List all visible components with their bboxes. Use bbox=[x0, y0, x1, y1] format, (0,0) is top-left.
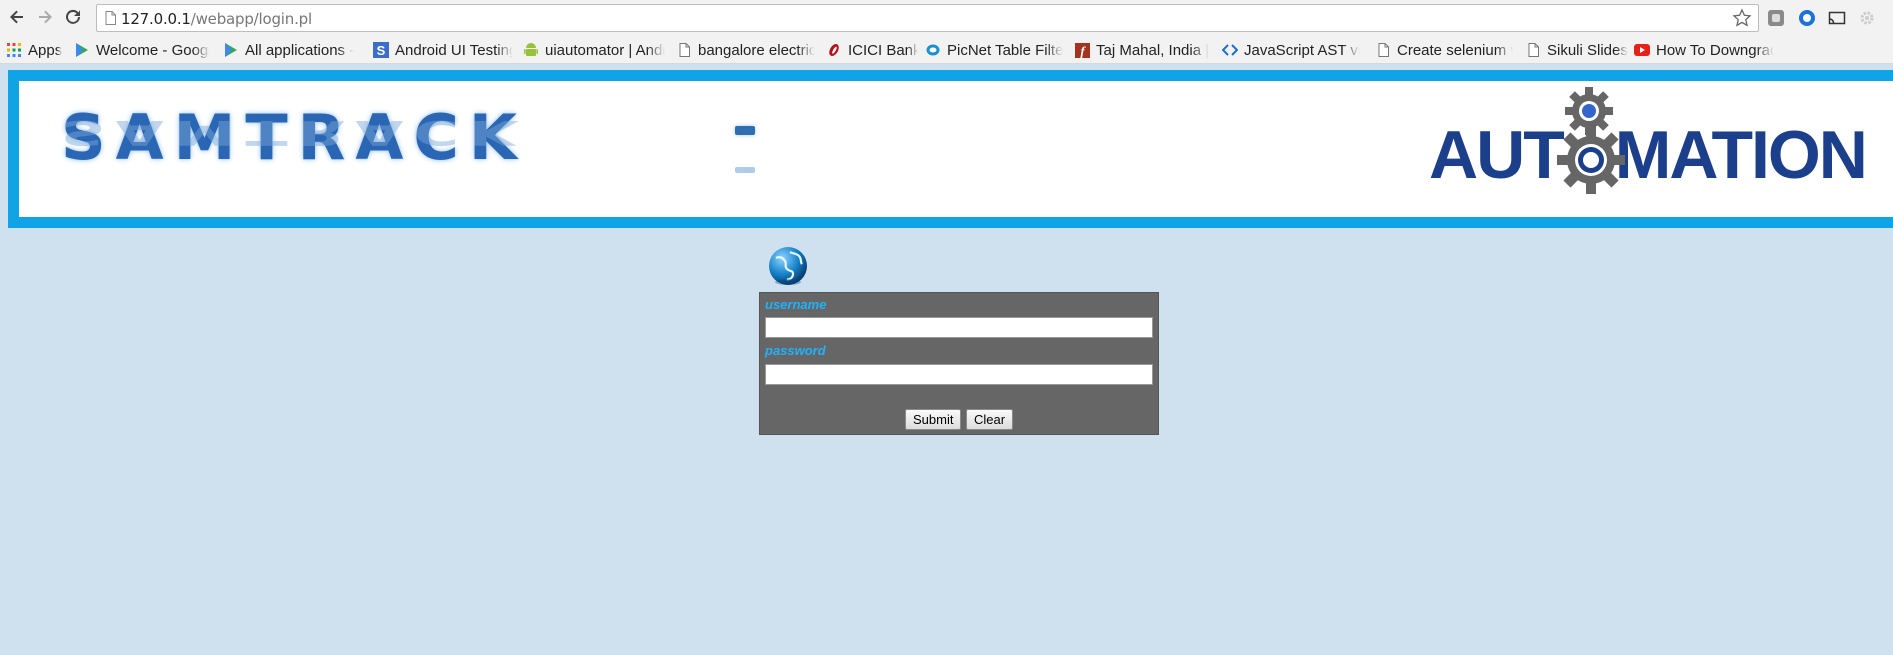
bookmark-icici-bank[interactable]: ICICI Bank bbox=[826, 40, 918, 60]
bookmark-welcome-google[interactable]: Welcome - Google bbox=[74, 40, 210, 60]
address-bar[interactable]: 127.0.0.1/webapp/login.pl bbox=[96, 4, 1759, 32]
f-logo-icon: f bbox=[1074, 42, 1090, 58]
extension-shield-button[interactable] bbox=[1765, 7, 1787, 29]
bookmark-uiautomator[interactable]: uiautomator | Android bbox=[523, 40, 665, 60]
page-icon bbox=[1525, 42, 1541, 58]
forward-button[interactable] bbox=[34, 6, 56, 28]
bookmark-android-ui-testing[interactable]: S Android UI Testing bbox=[373, 40, 513, 60]
picnet-icon bbox=[925, 42, 941, 58]
icici-icon bbox=[826, 42, 842, 58]
cast-button[interactable] bbox=[1826, 7, 1848, 29]
reload-icon bbox=[66, 9, 80, 24]
s-logo-icon: S bbox=[373, 42, 389, 58]
bookmark-all-applications[interactable]: All applications - bbox=[223, 40, 355, 60]
page-icon bbox=[1375, 42, 1391, 58]
code-arrows-icon bbox=[1222, 42, 1238, 58]
apps-grid-icon bbox=[6, 42, 22, 58]
blue-circle-icon bbox=[1799, 10, 1815, 26]
bookmark-apps[interactable]: Apps bbox=[6, 40, 66, 60]
url-text: 127.0.0.1/webapp/login.pl bbox=[121, 10, 312, 28]
automation-text-end: MATION bbox=[1614, 117, 1868, 193]
password-input[interactable] bbox=[765, 364, 1153, 385]
banner-dash bbox=[735, 126, 755, 135]
bookmark-label: PicNet Table Filter bbox=[947, 41, 1063, 59]
bookmark-label: Create selenium v bbox=[1397, 41, 1513, 59]
bookmark-how-to-downgrade[interactable]: How To Downgrade bbox=[1634, 40, 1774, 60]
big-gear-icon bbox=[1557, 126, 1625, 194]
android-icon bbox=[523, 42, 539, 58]
back-arrow-icon bbox=[10, 10, 23, 24]
bookmark-label: Welcome - Google bbox=[96, 41, 210, 59]
bookmark-label: ICICI Bank bbox=[848, 41, 918, 59]
globe-icon bbox=[769, 247, 807, 285]
bookmark-label: uiautomator | Android bbox=[545, 41, 665, 59]
bookmark-sikuli-slides[interactable]: Sikuli Slides bbox=[1525, 40, 1640, 60]
reload-button[interactable] bbox=[62, 6, 84, 28]
submit-button[interactable]: Submit bbox=[905, 409, 962, 430]
bookmark-create-selenium[interactable]: Create selenium v bbox=[1375, 40, 1513, 60]
youtube-icon bbox=[1634, 42, 1650, 58]
automation-logo: AUT MATION bbox=[1429, 87, 1868, 206]
bookmark-label: Apps bbox=[28, 41, 63, 59]
page-icon bbox=[676, 42, 692, 58]
play-store-icon bbox=[74, 42, 90, 58]
automation-text-start: AUT bbox=[1429, 117, 1565, 193]
username-input[interactable] bbox=[765, 317, 1153, 338]
banner-dash-reflection bbox=[735, 167, 755, 173]
url-host: 127.0.0.1 bbox=[121, 10, 191, 28]
back-button[interactable] bbox=[6, 6, 28, 28]
extension-circle-button[interactable] bbox=[1796, 7, 1818, 29]
login-form: username password Submit Clear bbox=[759, 292, 1159, 435]
password-label: password bbox=[765, 343, 826, 358]
forward-arrow-icon bbox=[39, 10, 52, 24]
bookmark-label: Sikuli Slides bbox=[1547, 41, 1628, 59]
page-icon bbox=[105, 11, 116, 25]
bookmark-star-icon[interactable] bbox=[1732, 8, 1752, 28]
bookmark-label: JavaScript AST vis bbox=[1244, 41, 1360, 59]
svg-text:S: S bbox=[377, 43, 386, 58]
clear-button[interactable]: Clear bbox=[966, 409, 1014, 430]
header-banner: SAMTRACK SAMTRACK AUT MATION bbox=[8, 70, 1893, 228]
bookmark-label: bangalore electricity bbox=[698, 41, 815, 59]
gear-icon bbox=[1860, 11, 1874, 25]
url-path: /webapp/login.pl bbox=[190, 10, 312, 28]
username-label: username bbox=[765, 297, 827, 312]
play-store-icon bbox=[223, 42, 239, 58]
bookmark-picnet-table-filter[interactable]: PicNet Table Filter bbox=[925, 40, 1063, 60]
bookmark-bangalore-electricity[interactable]: bangalore electricity bbox=[676, 40, 815, 60]
shield-icon bbox=[1768, 10, 1784, 26]
bookmark-label: Taj Mahal, India | bbox=[1096, 41, 1210, 59]
bookmark-javascript-ast[interactable]: JavaScript AST vis bbox=[1222, 40, 1360, 60]
automation-logo-text: AUT MATION bbox=[1429, 116, 1868, 194]
bookmark-label: All applications - bbox=[245, 41, 355, 59]
settings-button[interactable] bbox=[1856, 7, 1878, 29]
browser-toolbar: 127.0.0.1/webapp/login.pl bbox=[0, 0, 1893, 36]
bookmark-label: How To Downgrade bbox=[1656, 41, 1774, 59]
bookmark-taj-mahal[interactable]: f Taj Mahal, India | bbox=[1074, 40, 1212, 60]
bookmark-label: Android UI Testing bbox=[395, 41, 513, 59]
cast-icon bbox=[1828, 11, 1846, 25]
samtrack-logo-reflection: SAMTRACK bbox=[61, 112, 527, 153]
bookmarks-bar: Apps Welcome - Google All applications -… bbox=[0, 36, 1893, 64]
